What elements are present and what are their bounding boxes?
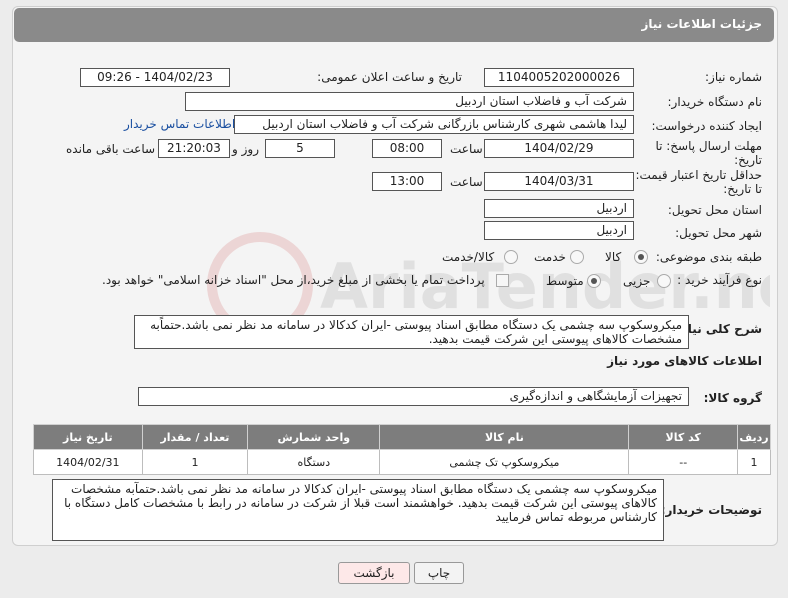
process-option-medium: متوسط: [546, 274, 584, 288]
cell-code: --: [628, 449, 738, 475]
days-field: 5: [265, 139, 335, 158]
deadline-time-label: ساعت: [450, 142, 483, 156]
col-name: نام کالا: [379, 424, 630, 450]
process-radio-medium[interactable]: [587, 274, 601, 288]
page-title: جزئیات اطلاعات نیاز: [641, 17, 762, 31]
category-option-goods: کالا: [605, 250, 622, 264]
announce-label: تاریخ و ساعت اعلان عمومی:: [317, 70, 462, 84]
category-radio-goods[interactable]: [634, 250, 648, 264]
col-qty: تعداد / مقدار: [141, 424, 249, 450]
col-row: ردیف: [737, 424, 771, 450]
remaining-time-field: 21:20:03: [158, 139, 230, 158]
process-radio-minor[interactable]: [657, 274, 671, 288]
print-button[interactable]: چاپ: [414, 562, 464, 584]
goods-group-field: تجهیزات آزمایشگاهی و اندازه‌گیری: [138, 387, 689, 406]
goods-group-label: گروه کالا:: [703, 391, 762, 405]
col-unit: واحد شمارش: [247, 424, 381, 450]
price-valid-date-field: 1404/03/31: [484, 172, 634, 191]
process-label: نوع فرآیند خرید :: [677, 273, 762, 287]
deadline-time-field: 08:00: [372, 139, 442, 158]
need-number-field: 1104005202000026: [484, 68, 634, 87]
cell-unit: دستگاه: [247, 449, 381, 475]
payment-note: پرداخت تمام یا بخشی از مبلغ خرید،از محل …: [102, 273, 485, 287]
province-field: اردبیل: [484, 199, 634, 218]
cell-name: میکروسکوپ تک چشمی: [379, 449, 630, 475]
col-code: کد کالا: [628, 424, 738, 450]
remaining-label: ساعت باقی مانده: [66, 142, 156, 156]
category-label: طبقه بندی موضوعی:: [655, 250, 762, 264]
deadline-label: مهلت ارسال پاسخ: تا: [655, 139, 762, 153]
buyer-org-label: نام دستگاه خریدار:: [667, 95, 763, 109]
province-label: استان محل تحویل:: [667, 203, 762, 217]
cell-row: 1: [737, 449, 771, 475]
process-option-minor: جزیی: [623, 274, 651, 288]
need-number-label: شماره نیاز:: [705, 70, 762, 84]
days-label: روز و: [232, 142, 259, 156]
buyer-contact-link[interactable]: اطلاعات تماس خریدار: [124, 117, 235, 131]
category-radio-goods-service[interactable]: [504, 250, 518, 264]
deadline-date-field: 1404/02/29: [484, 139, 634, 158]
goods-section-title: اطلاعات کالاهای مورد نیاز: [607, 354, 762, 368]
creator-label: ایجاد کننده درخواست:: [651, 119, 762, 133]
page-header: جزئیات اطلاعات نیاز: [14, 8, 774, 42]
table-row: 1 -- میکروسکوپ تک چشمی دستگاه 1 1404/02/…: [33, 449, 771, 475]
announce-field: 1404/02/23 - 09:26: [80, 68, 230, 87]
buyer-notes-textarea[interactable]: میکروسکوپ سه چشمی یک دستگاه مطابق اسناد …: [52, 479, 664, 541]
price-valid-time-label: ساعت: [450, 175, 483, 189]
goods-table: ردیف کد کالا نام کالا واحد شمارش تعداد /…: [33, 424, 771, 475]
city-field: اردبیل: [484, 221, 634, 240]
price-valid-time-field: 13:00: [372, 172, 442, 191]
city-label: شهر محل تحویل:: [675, 226, 762, 240]
deadline-label-2: تاریخ:: [734, 153, 762, 167]
cell-date: 1404/02/31: [33, 449, 143, 475]
treasury-checkbox[interactable]: [496, 274, 509, 287]
category-option-service: خدمت: [534, 250, 566, 264]
category-option-goods-service: کالا/خدمت: [442, 250, 495, 264]
col-date: تاریخ نیاز: [33, 424, 143, 450]
back-button[interactable]: بازگشت: [338, 562, 410, 584]
buyer-notes-label: توضیحات خریدار:: [660, 503, 762, 517]
buyer-org-field: شرکت آب و فاضلاب استان اردبیل: [185, 92, 634, 111]
price-valid-label: حداقل تاریخ اعتبار قیمت:: [635, 168, 762, 182]
creator-field: لیدا هاشمی شهری کارشناس بازرگانی شرکت آب…: [234, 115, 634, 134]
description-textarea[interactable]: میکروسکوپ سه چشمی یک دستگاه مطابق اسناد …: [134, 315, 689, 349]
price-valid-label-2: تا تاریخ:: [723, 182, 762, 196]
category-radio-service[interactable]: [570, 250, 584, 264]
cell-qty: 1: [141, 449, 249, 475]
